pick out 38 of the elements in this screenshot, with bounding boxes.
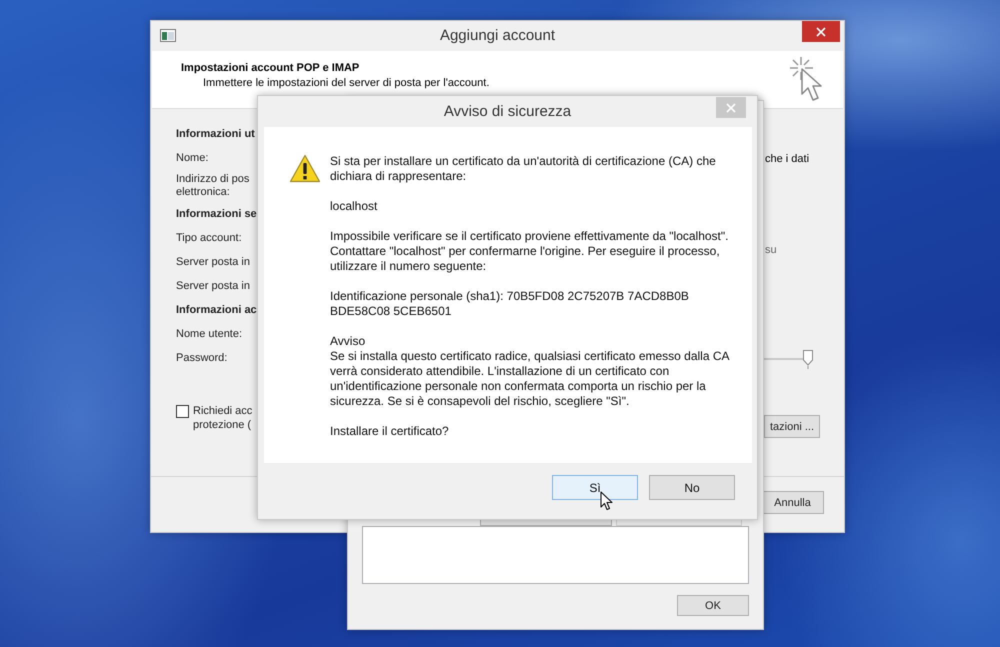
dialog-text: Installare il certificato?	[330, 424, 450, 439]
slider-thumb[interactable]	[802, 349, 814, 370]
header-title: Impostazioni account POP e IMAP	[181, 62, 360, 74]
dialog-text: localhost	[330, 199, 378, 214]
window-icon	[160, 29, 176, 42]
settings-button[interactable]: tazioni ...	[764, 415, 820, 438]
slider[interactable]	[762, 349, 814, 370]
dialog-text: Se si installa questo certificato radice, qualsiasi certificato emesso dalla CA verrà considerato attendibile. L'installazione di un certificato con un'identificazione personale non confermata comporta un rischio per la sicurezza. Se si è consapevoli del rischio, scegliere "Sì".	[330, 349, 730, 409]
header-subtitle: Immettere le impostazioni del server di posta per l'account.	[202, 76, 490, 89]
close-icon	[726, 102, 736, 112]
yes-button[interactable]: Sì	[552, 475, 638, 500]
dialog-title: Avviso di sicurezza	[444, 103, 572, 120]
warning-icon	[289, 154, 321, 183]
section-heading: Informazioni ut	[176, 126, 256, 142]
close-button[interactable]	[802, 21, 840, 42]
field-label: Password:	[176, 350, 228, 366]
close-icon	[816, 26, 826, 36]
checkbox-label: Richiedi acc protezione (	[193, 404, 252, 432]
cancel-button[interactable]: Annulla	[761, 491, 824, 514]
dialog-text: Si sta per installare un certificato da un'autorità di certificazione (CA) che dichiara di rappresentare:	[330, 154, 717, 184]
description-text: che i dati	[764, 152, 810, 168]
field-label: Server posta in	[176, 254, 251, 270]
dialog-text: Avviso	[330, 334, 366, 349]
description-text: su	[764, 243, 778, 258]
section-heading: Informazioni se	[176, 206, 257, 222]
field-label: Indirizzo di pos elettronica:	[176, 172, 250, 200]
checkbox[interactable]	[176, 405, 189, 418]
dialog-text: Impossibile verificare se il certificato proviene effettivamente da "localhost". Contattare "localhost" per confermarne l'origine. Per eseguire il processo, utilizzare il numero seguente:	[330, 229, 730, 274]
no-button[interactable]: No	[649, 475, 735, 500]
ok-button[interactable]: OK	[677, 595, 749, 616]
field-label: Tipo account:	[176, 230, 243, 246]
dialog-text: Identificazione personale (sha1): 70B5FD08 2C75207B 7ACD8B0B BDE58C08 5CEB6501	[330, 289, 690, 319]
field-label: Nome utente:	[176, 326, 244, 342]
window-title: Aggiungi account	[440, 27, 556, 44]
section-heading: Informazioni ac	[176, 302, 257, 318]
field-label: Nome:	[176, 150, 210, 166]
mouse-pointer-icon	[600, 491, 613, 511]
field-label: Server posta in	[176, 278, 251, 294]
